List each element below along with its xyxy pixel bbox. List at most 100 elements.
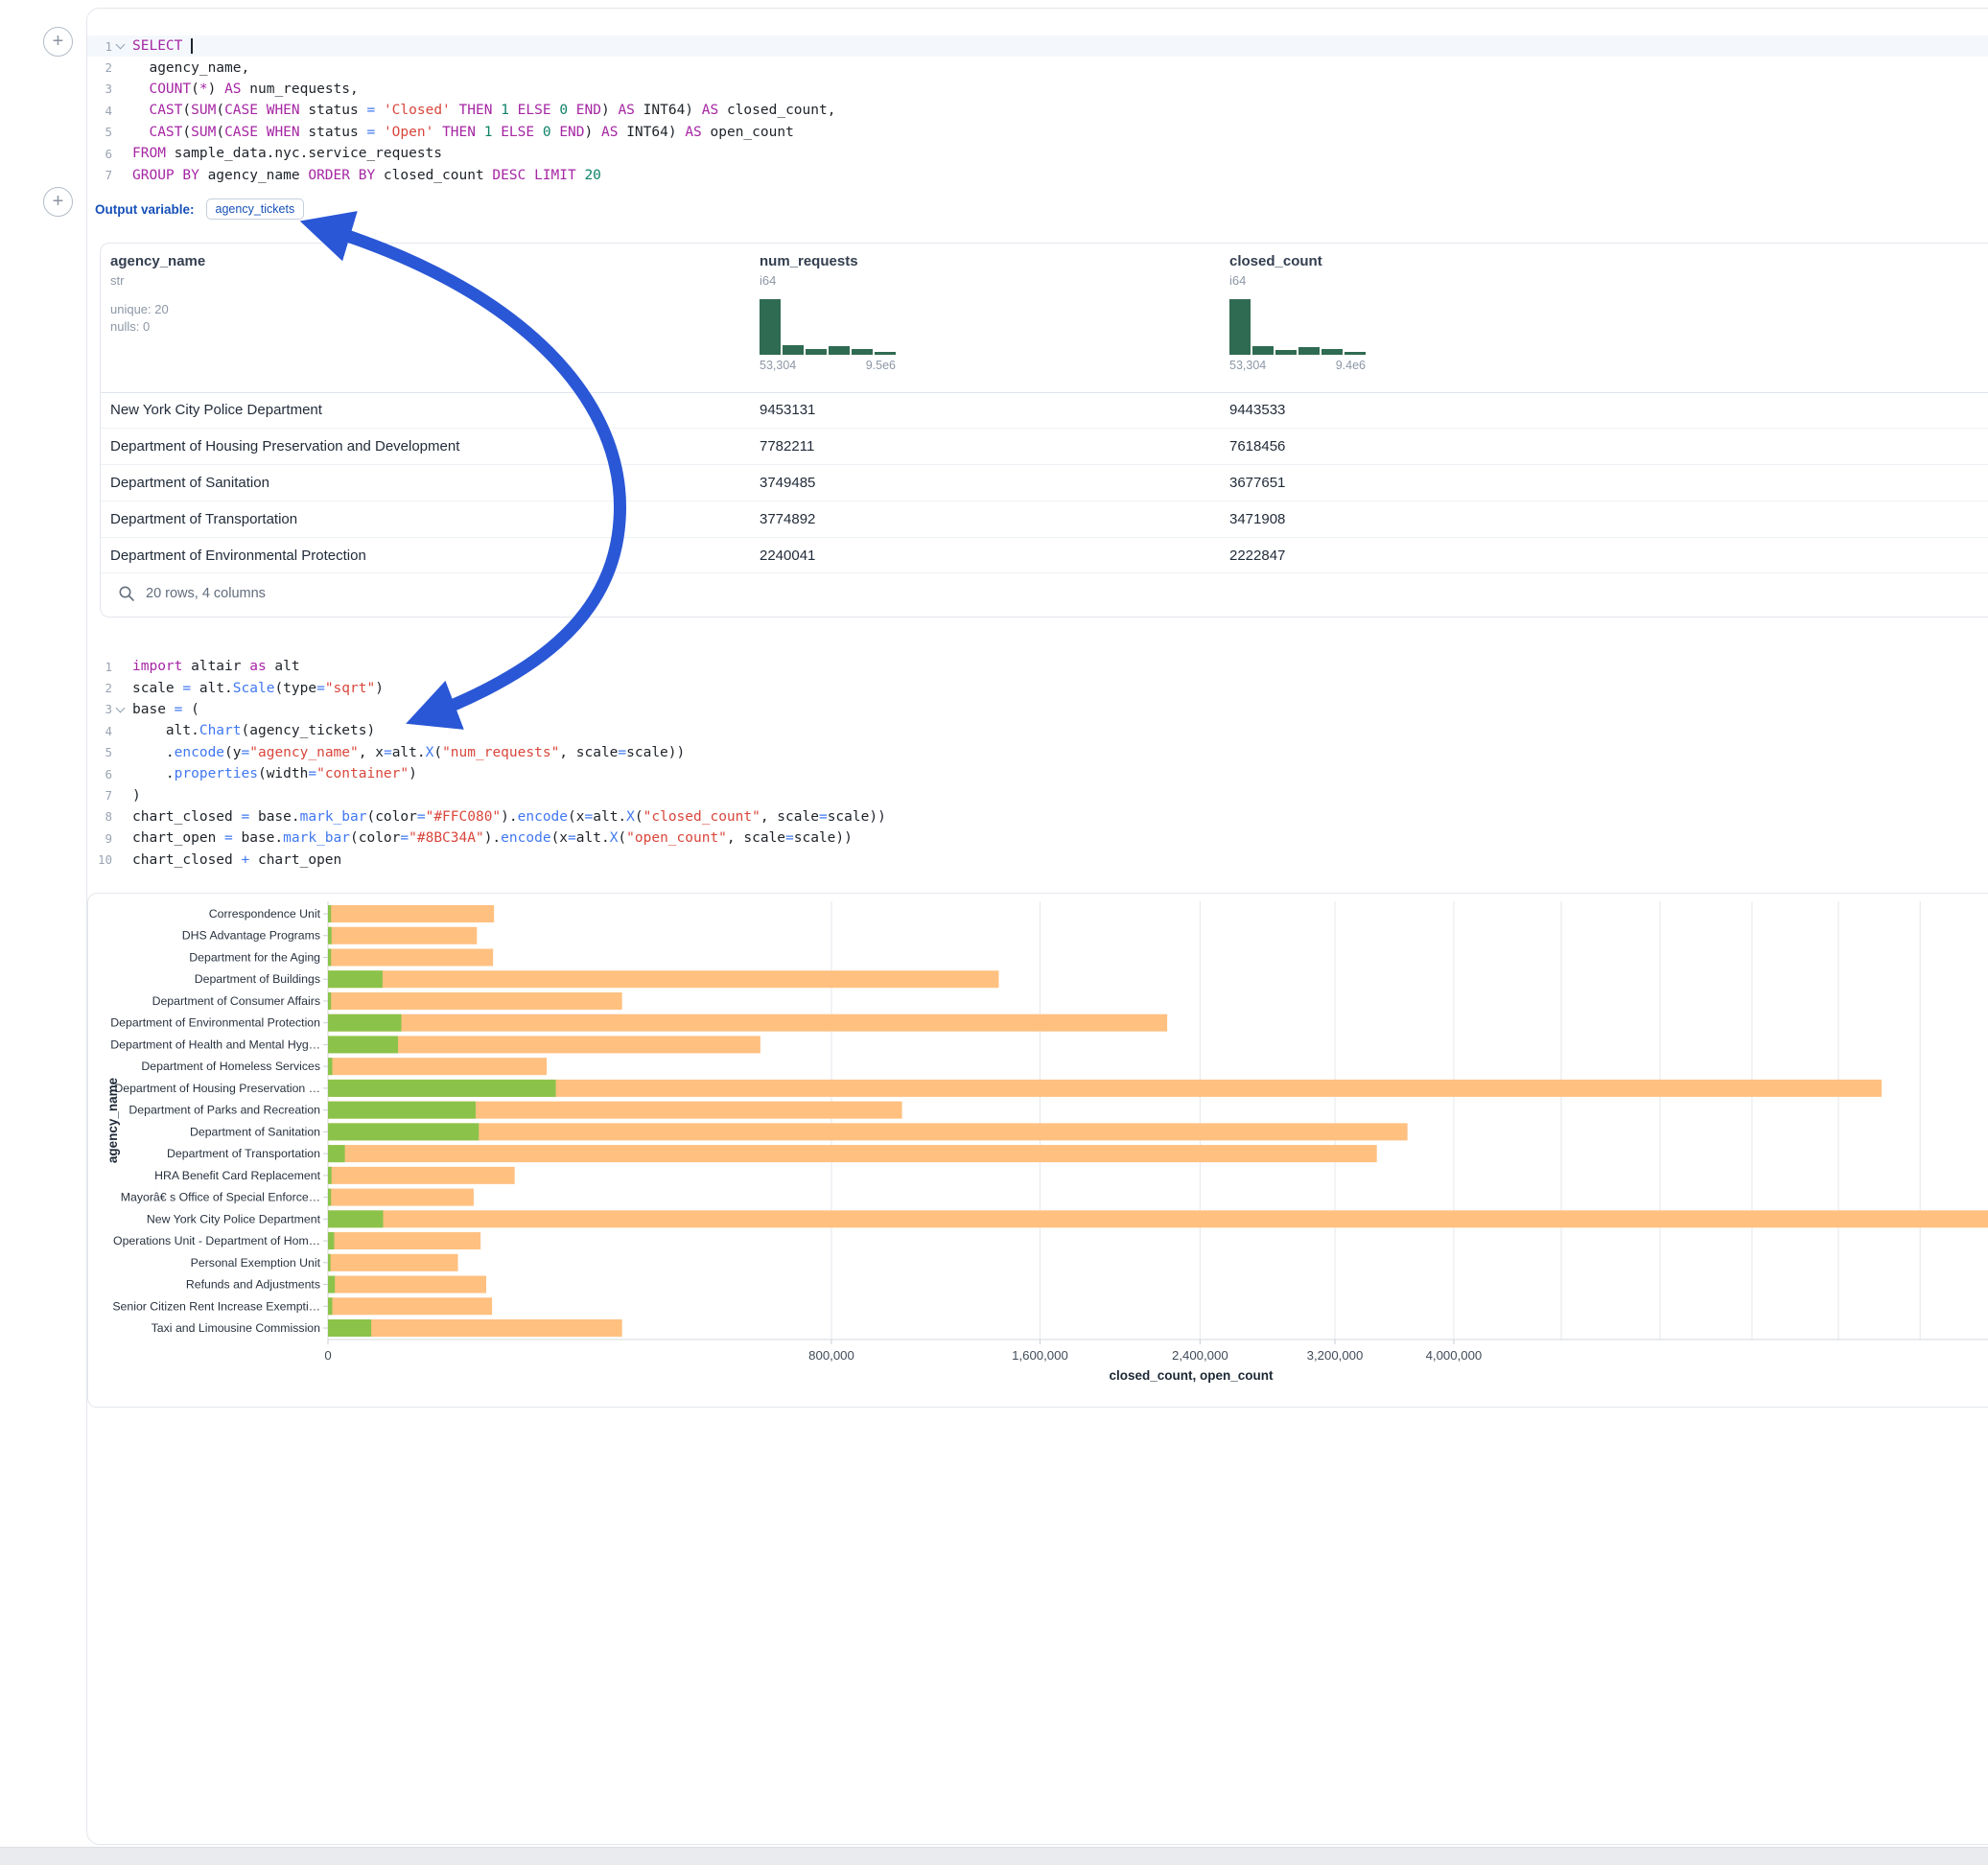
histogram-bar xyxy=(1275,350,1297,355)
column-header-num_requests[interactable]: num_requestsi6453,3049.5e6 xyxy=(760,244,896,372)
code-line[interactable]: 2scale = alt.Scale(type="sqrt") xyxy=(87,677,1988,698)
bar-open_count xyxy=(328,1254,331,1271)
code-line[interactable]: 7) xyxy=(87,784,1988,805)
line-number: 10 xyxy=(87,852,112,867)
bar-open_count xyxy=(328,948,331,966)
table-cell: New York City Police Department xyxy=(110,392,322,428)
chart-output-card: Correspondence UnitDHS Advantage Program… xyxy=(87,893,1988,1408)
line-number: 2 xyxy=(87,60,112,75)
table-cell: Department of Sanitation xyxy=(110,465,269,501)
bar-open_count xyxy=(328,1232,334,1249)
category-label: Department of Parks and Recreation xyxy=(129,1104,320,1117)
bar-closed_count xyxy=(328,1014,1167,1032)
line-number: 1 xyxy=(87,660,112,674)
bar-closed_count xyxy=(328,927,477,944)
add-cell-button[interactable]: + xyxy=(43,27,73,57)
category-label: Department for the Aging xyxy=(189,950,320,964)
category-label: Operations Unit - Department of Hom… xyxy=(113,1234,320,1247)
histogram-bar xyxy=(1252,346,1274,355)
result-table-card: agency_namestrunique: 20nulls: 0 num_requ… xyxy=(100,243,1988,618)
table-header: agency_namestrunique: 20nulls: 0 num_requ… xyxy=(101,244,1988,393)
category-label: Department of Environmental Protection xyxy=(110,1016,320,1030)
category-label: Personal Exemption Unit xyxy=(191,1256,321,1270)
add-cell-button[interactable]: + xyxy=(43,187,73,217)
notebook-cell-card: 1SELECT 2 agency_name,3 COUNT(*) AS num_… xyxy=(86,8,1988,1845)
code-line[interactable]: 7GROUP BY agency_name ORDER BY closed_co… xyxy=(87,164,1988,185)
bar-open_count xyxy=(328,1058,333,1075)
histogram-bar xyxy=(760,299,781,355)
line-number: 9 xyxy=(87,831,112,846)
line-number: 7 xyxy=(87,788,112,803)
line-number: 5 xyxy=(87,745,112,759)
bar-closed_count xyxy=(328,1276,486,1294)
output-variable-row: Output variable: agency_tickets xyxy=(95,197,304,221)
code-line[interactable]: 6FROM sample_data.nyc.service_requests xyxy=(87,143,1988,164)
category-label: Senior Citizen Rent Increase Exempti… xyxy=(112,1299,320,1313)
code-line[interactable]: 6 .properties(width="container") xyxy=(87,763,1988,784)
bar-open_count xyxy=(328,970,383,988)
code-line[interactable]: 5 CAST(SUM(CASE WHEN status = 'Open' THE… xyxy=(87,122,1988,143)
page-bottom-gutter xyxy=(0,1847,1988,1865)
bar-open_count xyxy=(328,1319,371,1337)
histogram-bar xyxy=(806,349,827,355)
histogram-bar xyxy=(875,352,896,355)
search-icon[interactable] xyxy=(118,585,135,602)
category-label: Refunds and Adjustments xyxy=(186,1278,320,1292)
code-line[interactable]: 1import altair as alt xyxy=(87,656,1988,677)
bar-closed_count xyxy=(328,1297,492,1315)
code-line[interactable]: 5 .encode(y="agency_name", x=alt.X("num_… xyxy=(87,742,1988,763)
table-footer: 20 rows, 4 columns xyxy=(101,570,1988,617)
table-row[interactable]: Department of Environmental Protection22… xyxy=(101,538,1988,574)
category-label: Department of Health and Mental Hyg… xyxy=(110,1037,320,1051)
plus-icon: + xyxy=(53,191,64,212)
bar-open_count xyxy=(328,1080,556,1097)
category-label: Department of Sanitation xyxy=(190,1125,320,1138)
table-cell: 9453131 xyxy=(760,392,815,428)
chevron-down-icon[interactable] xyxy=(112,40,129,52)
histogram-bar xyxy=(1298,347,1320,355)
line-number: 8 xyxy=(87,809,112,824)
output-variable-chip[interactable]: agency_tickets xyxy=(206,198,305,220)
histogram-bar xyxy=(852,349,873,355)
bar-open_count xyxy=(328,1210,384,1227)
python-code-editor[interactable]: 1import altair as alt2scale = alt.Scale(… xyxy=(87,656,1988,871)
bar-open_count xyxy=(328,1036,398,1053)
text-cursor xyxy=(191,38,193,54)
code-line[interactable]: 9chart_open = base.mark_bar(color="#8BC3… xyxy=(87,828,1988,849)
line-number: 7 xyxy=(87,168,112,182)
column-header-agency_name[interactable]: agency_namestrunique: 20nulls: 0 xyxy=(110,244,205,336)
bar-closed_count xyxy=(328,1145,1377,1162)
hist-max-label: 9.5e6 xyxy=(866,359,896,372)
plus-icon: + xyxy=(53,31,64,52)
chevron-down-icon[interactable] xyxy=(112,704,129,715)
code-line[interactable]: 3base = ( xyxy=(87,699,1988,720)
bar-closed_count xyxy=(328,905,494,922)
table-cell: Department of Transportation xyxy=(110,501,297,537)
table-row[interactable]: Department of Transportation377489234719… xyxy=(101,501,1988,538)
code-line[interactable]: 8chart_closed = base.mark_bar(color="#FF… xyxy=(87,806,1988,828)
line-number: 6 xyxy=(87,767,112,781)
hist-min-label: 53,304 xyxy=(1229,359,1266,372)
code-line[interactable]: 2 agency_name, xyxy=(87,57,1988,78)
table-row[interactable]: New York City Police Department 9453131 94… xyxy=(101,392,1988,429)
code-line[interactable]: 4 alt.Chart(agency_tickets) xyxy=(87,720,1988,741)
code-line[interactable]: 10chart_closed + chart_open xyxy=(87,850,1988,871)
bar-open_count xyxy=(328,1276,335,1294)
bar-open_count xyxy=(328,1102,476,1119)
table-cell: 3471908 xyxy=(1229,501,1285,537)
table-cell: 9443533 xyxy=(1229,392,1285,428)
code-line[interactable]: 4 CAST(SUM(CASE WHEN status = 'Closed' T… xyxy=(87,100,1988,121)
bar-open_count xyxy=(328,1167,332,1184)
table-cell: Department of Environmental Protection xyxy=(110,538,366,573)
code-line[interactable]: 3 COUNT(*) AS num_requests, xyxy=(87,79,1988,100)
table-row[interactable]: Department of Housing Preservation and D… xyxy=(101,429,1988,465)
column-header-closed_count[interactable]: closed_counti6453,3049.4e6 xyxy=(1229,244,1366,372)
code-line[interactable]: 1SELECT xyxy=(87,35,1988,57)
line-number: 3 xyxy=(87,82,112,96)
x-axis-title: closed_count, open_count xyxy=(1109,1368,1274,1383)
bar-closed_count xyxy=(328,992,622,1010)
x-tick-label: 3,200,000 xyxy=(1307,1348,1364,1363)
x-tick-label: 2,400,000 xyxy=(1172,1348,1228,1363)
sql-code-editor[interactable]: 1SELECT 2 agency_name,3 COUNT(*) AS num_… xyxy=(87,35,1988,186)
table-row[interactable]: Department of Sanitation37494853677651 xyxy=(101,465,1988,501)
